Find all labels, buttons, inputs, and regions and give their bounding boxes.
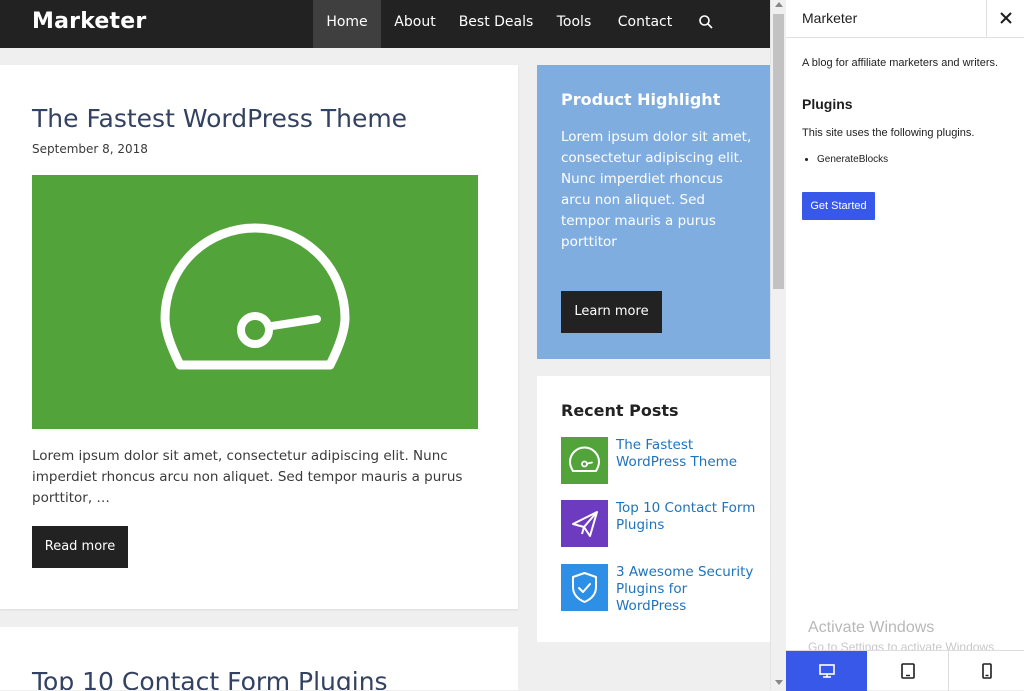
get-started-button[interactable]: Get Started <box>802 192 875 220</box>
product-highlight-text: Lorem ipsum dolor sit amet, consectetur … <box>561 129 752 250</box>
post-title[interactable]: Top 10 Contact Form Plugins <box>32 667 388 690</box>
speedometer-icon <box>569 446 600 472</box>
recent-post-thumbnail[interactable] <box>561 564 608 611</box>
plugins-intro: This site uses the following plugins. <box>802 127 975 139</box>
recent-post-link[interactable]: 3 Awesome Security Plugins for WordPress <box>616 564 756 615</box>
speedometer-icon <box>160 223 350 370</box>
panel-title: Marketer <box>802 10 858 26</box>
plugin-list-item: GenerateBlocks <box>802 154 888 165</box>
desktop-icon <box>818 664 835 678</box>
nav-item-tools[interactable]: Tools <box>543 0 605 48</box>
post-excerpt: Lorem ipsum dolor sit amet, consectetur … <box>32 448 463 506</box>
site-brand[interactable]: Marketer <box>32 9 146 34</box>
nav-search-button[interactable] <box>694 0 718 48</box>
mobile-preview-button[interactable] <box>950 651 1024 691</box>
top-navigation: Marketer Home About Best Deals Tools Con… <box>0 0 770 48</box>
panel-description: A blog for affiliate marketers and write… <box>802 57 999 69</box>
preview-scrollbar[interactable] <box>770 0 786 690</box>
desktop-preview-button[interactable] <box>786 651 867 691</box>
shield-icon <box>572 572 597 603</box>
read-more-button[interactable]: Read more <box>32 526 128 568</box>
nav-item-best-deals[interactable]: Best Deals <box>449 0 543 48</box>
post-title[interactable]: The Fastest WordPress Theme <box>32 104 407 133</box>
theme-info-panel: Marketer A blog for affiliate marketers … <box>786 0 1024 690</box>
bullet-icon <box>805 157 808 161</box>
search-icon <box>699 15 713 29</box>
recent-post-link[interactable]: The Fastest WordPress Theme <box>616 437 756 471</box>
plugin-name: GenerateBlocks <box>817 154 889 165</box>
mobile-icon <box>982 663 992 679</box>
recent-post-thumbnail[interactable] <box>561 437 608 484</box>
activate-windows-watermark: Activate Windows <box>808 619 935 636</box>
post-date: September 8, 2018 <box>32 142 148 156</box>
close-icon <box>1000 12 1012 24</box>
device-preview-bar <box>786 650 1024 691</box>
paper-plane-icon <box>572 511 598 537</box>
tablet-icon <box>900 663 915 679</box>
featured-image[interactable] <box>32 175 478 429</box>
nav-item-contact[interactable]: Contact <box>605 0 685 48</box>
panel-header: Marketer <box>786 0 1024 38</box>
recent-post-link[interactable]: Top 10 Contact Form Plugins <box>616 500 756 534</box>
scroll-thumb[interactable] <box>773 14 784 289</box>
nav-item-home[interactable]: Home <box>313 0 381 48</box>
plugins-heading: Plugins <box>802 96 853 112</box>
tablet-preview-button[interactable] <box>867 651 949 691</box>
nav-item-about[interactable]: About <box>381 0 449 48</box>
site-preview: Marketer Home About Best Deals Tools Con… <box>0 0 770 690</box>
learn-more-button[interactable]: Learn more <box>561 291 662 333</box>
product-highlight-title: Product Highlight <box>561 90 721 109</box>
close-button[interactable] <box>986 0 1024 37</box>
scroll-down-arrow[interactable] <box>775 680 783 685</box>
recent-posts-title: Recent Posts <box>561 401 679 420</box>
scroll-up-arrow[interactable] <box>775 2 783 7</box>
recent-post-thumbnail[interactable] <box>561 500 608 547</box>
